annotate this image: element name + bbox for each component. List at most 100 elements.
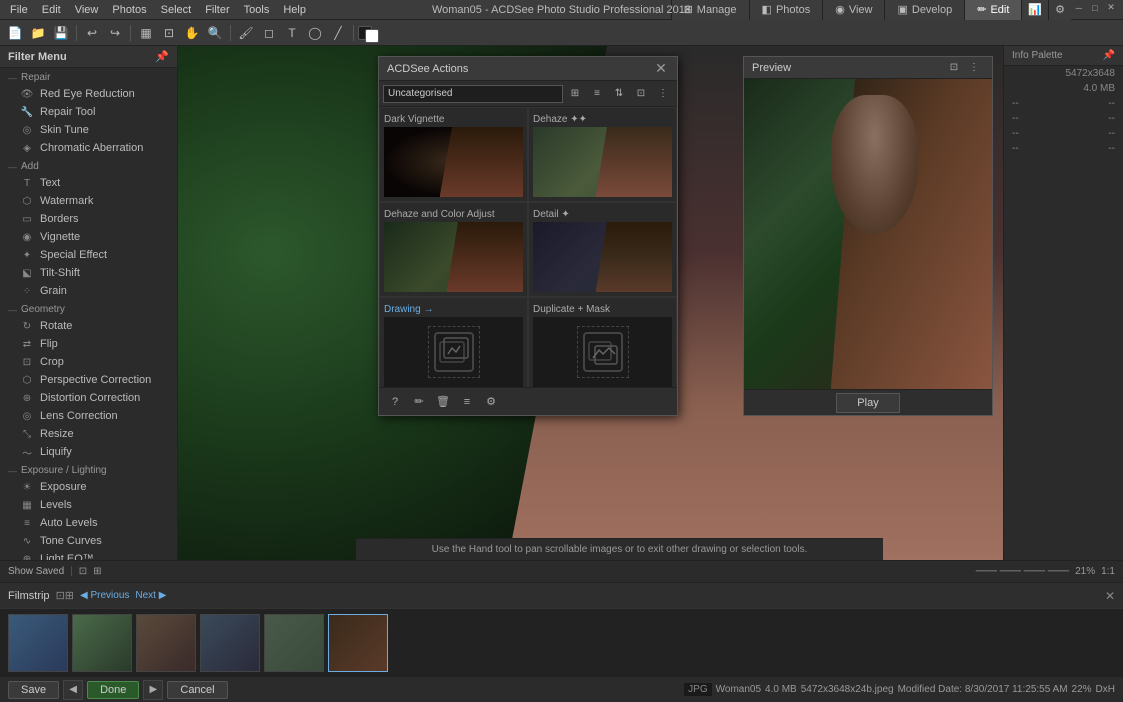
- tb-color2[interactable]: [365, 29, 379, 43]
- footer-delete-button[interactable]: 🗑: [433, 392, 453, 412]
- filmstrip-thumb-6[interactable]: [328, 614, 388, 672]
- section-repair[interactable]: Repair: [0, 68, 177, 85]
- filter-levels[interactable]: ▦ Levels: [0, 496, 177, 514]
- save-button[interactable]: Save: [8, 681, 59, 699]
- filter-text[interactable]: T Text: [0, 174, 177, 192]
- filter-light-eq[interactable]: ⊕ Light EQ™: [0, 550, 177, 560]
- tb-save[interactable]: 💾: [50, 22, 72, 44]
- filmstrip-thumb-1[interactable]: [8, 614, 68, 672]
- menu-photos[interactable]: Photos: [106, 2, 152, 18]
- filter-crop[interactable]: ⊡ Crop: [0, 353, 177, 371]
- filter-lens[interactable]: ◎ Lens Correction: [0, 407, 177, 425]
- dialog-tb-sort[interactable]: ⇅: [609, 84, 629, 104]
- filter-special-effect[interactable]: ✦ Special Effect: [0, 246, 177, 264]
- tab-edit[interactable]: ✏ Edit: [964, 0, 1021, 20]
- menu-tools[interactable]: Tools: [238, 2, 276, 18]
- dialog-titlebar[interactable]: ACDSee Actions ✕: [379, 57, 677, 81]
- tb-line[interactable]: ╱: [327, 22, 349, 44]
- action-duplicate-mask[interactable]: Duplicate + Mask: [528, 297, 677, 387]
- filmstrip-thumb-3[interactable]: [136, 614, 196, 672]
- tb-zoom[interactable]: 🔍: [204, 22, 226, 44]
- tb-new[interactable]: 📄: [4, 22, 26, 44]
- chart-icon-btn[interactable]: 📊: [1021, 0, 1048, 20]
- tb-erase[interactable]: ◻: [258, 22, 280, 44]
- section-exposure[interactable]: Exposure / Lighting: [0, 461, 177, 478]
- filter-perspective[interactable]: ⬡ Perspective Correction: [0, 371, 177, 389]
- filter-grain[interactable]: ⁘ Grain: [0, 282, 177, 300]
- menu-view[interactable]: View: [69, 2, 105, 18]
- window-minimize[interactable]: ─: [1071, 0, 1087, 16]
- tb-redo[interactable]: ↪: [104, 22, 126, 44]
- filmstrip-thumb-4[interactable]: [200, 614, 260, 672]
- filter-red-eye[interactable]: 👁 Red Eye Reduction: [0, 85, 177, 103]
- filter-tone-curves[interactable]: ∿ Tone Curves: [0, 532, 177, 550]
- section-geometry[interactable]: Geometry: [0, 300, 177, 317]
- dialog-tb-expand[interactable]: ⊡: [631, 84, 651, 104]
- menu-select[interactable]: Select: [155, 2, 198, 18]
- play-button[interactable]: Play: [836, 393, 899, 413]
- prev-nav-button[interactable]: ◀: [63, 680, 83, 700]
- window-close[interactable]: ✕: [1103, 0, 1119, 16]
- menu-help[interactable]: Help: [277, 2, 312, 18]
- dialog-close-button[interactable]: ✕: [653, 61, 669, 77]
- dialog-tb-list[interactable]: ≡: [587, 84, 607, 104]
- filter-liquify[interactable]: 〜 Liquify: [0, 443, 177, 461]
- action-drawing[interactable]: Drawing →: [379, 297, 528, 387]
- section-add[interactable]: Add: [0, 157, 177, 174]
- preview-more[interactable]: ⋮: [964, 58, 984, 78]
- menu-filter[interactable]: Filter: [199, 2, 235, 18]
- settings-icon-btn[interactable]: ⚙: [1048, 0, 1071, 20]
- category-select[interactable]: [383, 85, 563, 103]
- action-dark-vignette[interactable]: Dark Vignette: [379, 107, 528, 202]
- footer-settings-button[interactable]: ⚙: [481, 392, 501, 412]
- tb-crop[interactable]: ⊡: [158, 22, 180, 44]
- footer-edit-button[interactable]: ✏: [409, 392, 429, 412]
- filter-distortion[interactable]: ⊛ Distortion Correction: [0, 389, 177, 407]
- action-dehaze-color[interactable]: Dehaze and Color Adjust: [379, 202, 528, 297]
- tb-text[interactable]: T: [281, 22, 303, 44]
- filter-skin-tune[interactable]: ◎ Skin Tune: [0, 121, 177, 139]
- filter-vignette[interactable]: ◉ Vignette: [0, 228, 177, 246]
- footer-list-button[interactable]: ≡: [457, 392, 477, 412]
- next-button[interactable]: Next ▶: [135, 590, 166, 601]
- tab-photos[interactable]: ◧ Photos: [749, 0, 823, 20]
- menu-file[interactable]: File: [4, 2, 34, 18]
- window-maximize[interactable]: □: [1087, 0, 1103, 16]
- next-nav-button[interactable]: ▶: [143, 680, 163, 700]
- tb-open[interactable]: 📁: [27, 22, 49, 44]
- filter-flip[interactable]: ⇄ Flip: [0, 335, 177, 353]
- dialog-tb-more[interactable]: ⋮: [653, 84, 673, 104]
- prev-button[interactable]: ◀ Previous: [80, 590, 129, 601]
- filmstrip-thumb-5[interactable]: [264, 614, 324, 672]
- tab-develop[interactable]: ▣ Develop: [884, 0, 964, 20]
- filter-borders[interactable]: ▭ Borders: [0, 210, 177, 228]
- filmstrip-thumb-2[interactable]: [72, 614, 132, 672]
- cancel-button[interactable]: Cancel: [167, 681, 227, 699]
- filmstrip-close[interactable]: ✕: [1105, 589, 1115, 603]
- tab-view[interactable]: ◉ View: [822, 0, 884, 20]
- action-dehaze[interactable]: Dehaze ✦✦: [528, 107, 677, 202]
- filter-repair-tool[interactable]: 🔧 Repair Tool: [0, 103, 177, 121]
- info-pin[interactable]: 📌: [1103, 50, 1115, 61]
- filter-tilt-shift[interactable]: ⬕ Tilt-Shift: [0, 264, 177, 282]
- zoom-bar-sep1: |: [70, 566, 73, 577]
- filter-watermark[interactable]: ⬡ Watermark: [0, 192, 177, 210]
- filter-rotate[interactable]: ↻ Rotate: [0, 317, 177, 335]
- tb-hand[interactable]: ✋: [181, 22, 203, 44]
- filter-auto-levels[interactable]: ≡ Auto Levels: [0, 514, 177, 532]
- show-saved-label[interactable]: Show Saved: [8, 566, 64, 577]
- filter-exposure[interactable]: ☀ Exposure: [0, 478, 177, 496]
- menu-edit[interactable]: Edit: [36, 2, 67, 18]
- done-button[interactable]: Done: [87, 681, 139, 699]
- filter-resize[interactable]: ⤡ Resize: [0, 425, 177, 443]
- tb-brush[interactable]: 🖌: [235, 22, 257, 44]
- footer-help-button[interactable]: ?: [385, 392, 405, 412]
- preview-expand[interactable]: ⊡: [944, 58, 964, 78]
- tb-undo[interactable]: ↩: [81, 22, 103, 44]
- dialog-tb-grid[interactable]: ⊞: [565, 84, 585, 104]
- filter-chromatic[interactable]: ◈ Chromatic Aberration: [0, 139, 177, 157]
- tb-select[interactable]: ▦: [135, 22, 157, 44]
- action-detail[interactable]: Detail ✦: [528, 202, 677, 297]
- tb-shape[interactable]: ◯: [304, 22, 326, 44]
- filter-menu-pin[interactable]: 📌: [155, 50, 169, 63]
